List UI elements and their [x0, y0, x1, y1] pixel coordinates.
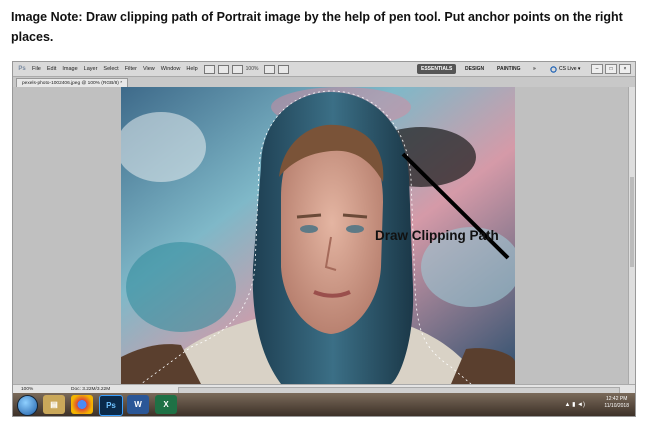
- cs-live-label: CS Live ▾: [559, 66, 581, 72]
- menu-window[interactable]: Window: [161, 66, 181, 72]
- bridge-button[interactable]: [203, 64, 215, 74]
- screen-mode-button[interactable]: [278, 64, 290, 74]
- cs-live-icon: [550, 65, 557, 73]
- windows-taskbar: ▤ Ps W X ▲ ▮ ◄) 12:42 PM 11/10/2018: [13, 393, 635, 416]
- vertical-scrollbar[interactable]: [628, 87, 635, 384]
- more-workspaces-button[interactable]: »: [529, 64, 540, 74]
- annotation-label: Draw Clipping Path: [375, 228, 499, 243]
- maximize-button[interactable]: □: [605, 64, 617, 74]
- clock-date: 11/10/2018: [604, 403, 629, 409]
- menu-filter[interactable]: Filter: [125, 66, 137, 72]
- workspace-design[interactable]: DESIGN: [461, 64, 488, 74]
- clock-time: 12:42 PM: [605, 396, 628, 402]
- photoshop-logo: Ps: [18, 66, 26, 72]
- cs-live-button[interactable]: CS Live ▾: [550, 64, 580, 74]
- menu-edit[interactable]: Edit: [47, 66, 56, 72]
- menu-help[interactable]: Help: [186, 66, 197, 72]
- image-note: Image Note: Draw clipping path of Portra…: [11, 10, 623, 44]
- arrange-documents-button[interactable]: [264, 64, 276, 74]
- workspace-painting[interactable]: PAINTING: [493, 64, 525, 74]
- close-button[interactable]: ×: [619, 64, 631, 74]
- photoshop-icon[interactable]: Ps: [99, 395, 123, 416]
- menu-image[interactable]: Image: [62, 66, 77, 72]
- menu-select[interactable]: Select: [103, 66, 118, 72]
- zoom-level-select[interactable]: 100%: [246, 66, 259, 72]
- word-icon[interactable]: W: [127, 395, 149, 414]
- file-explorer-icon[interactable]: ▤: [43, 395, 65, 414]
- excel-icon[interactable]: X: [155, 395, 177, 414]
- menu-file[interactable]: File: [32, 66, 41, 72]
- minibridge-button[interactable]: [217, 64, 229, 74]
- workspace-essentials[interactable]: ESSENTIALS: [417, 64, 457, 74]
- minimize-button[interactable]: –: [591, 64, 603, 74]
- menu-view[interactable]: View: [143, 66, 155, 72]
- menu-layer[interactable]: Layer: [84, 66, 98, 72]
- menu-bar: Ps File Edit Image Layer Select Filter V…: [13, 62, 635, 77]
- system-tray[interactable]: ▲ ▮ ◄): [564, 401, 585, 408]
- start-button[interactable]: [17, 395, 38, 416]
- window-controls: – □ ×: [591, 64, 631, 74]
- view-extras-button[interactable]: [231, 64, 243, 74]
- canvas-area[interactable]: Draw Clipping Path: [13, 87, 635, 384]
- photoshop-screenshot: Ps File Edit Image Layer Select Filter V…: [12, 61, 636, 417]
- chrome-icon[interactable]: [71, 395, 93, 414]
- clock[interactable]: 12:42 PM 11/10/2018: [604, 396, 629, 410]
- scroll-thumb[interactable]: [630, 177, 634, 267]
